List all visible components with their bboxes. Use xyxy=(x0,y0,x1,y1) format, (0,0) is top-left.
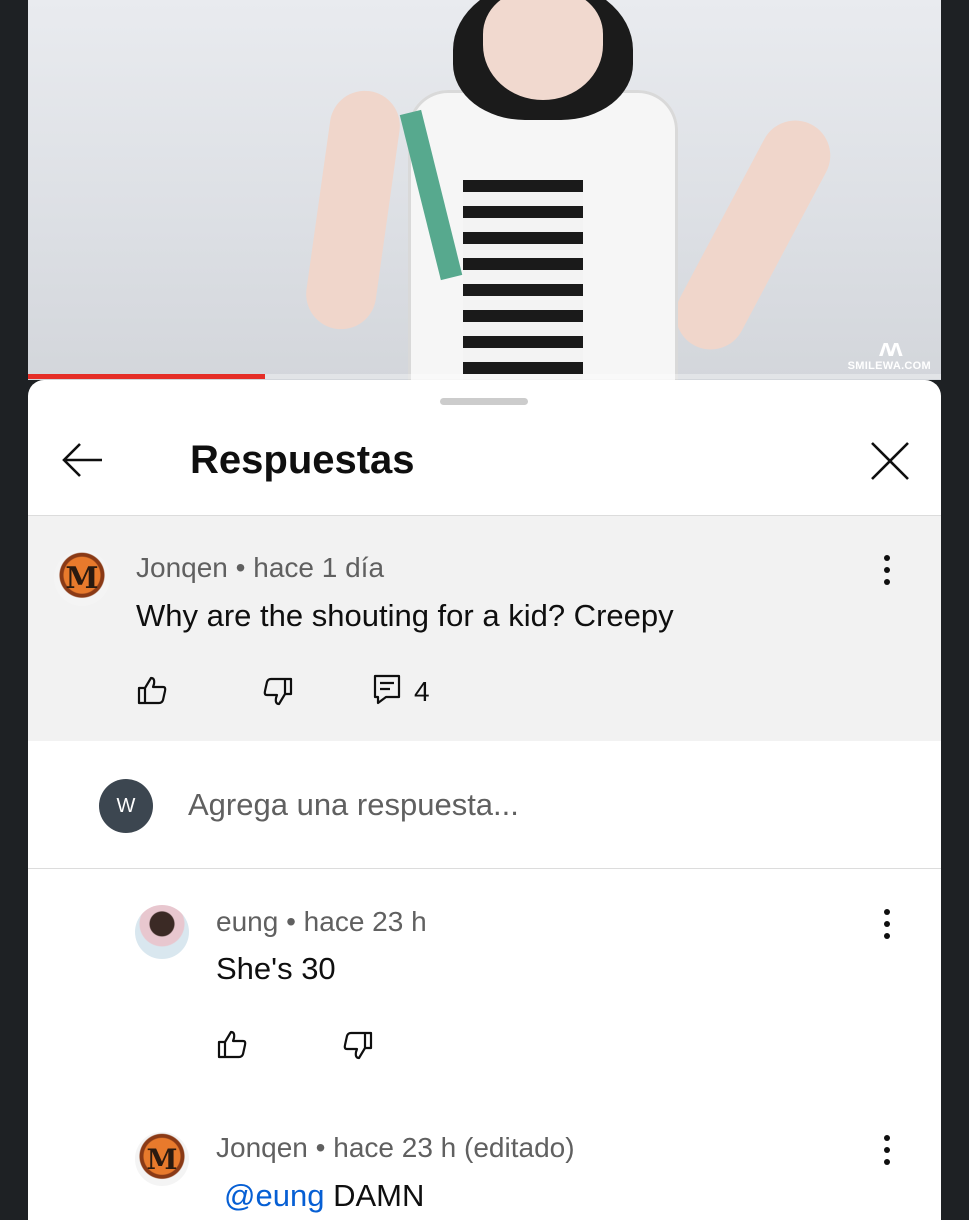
reply-input[interactable] xyxy=(188,783,788,827)
video-frame-detail xyxy=(463,180,583,380)
comment-meta: Jonqen • hace 23 h (editado) xyxy=(216,1131,575,1165)
kebab-menu-icon xyxy=(884,1135,890,1165)
more-options-button[interactable] xyxy=(872,904,902,944)
avatar-logo-icon: M xyxy=(65,560,99,596)
comment-icon xyxy=(373,674,401,705)
more-options-button[interactable] xyxy=(872,550,902,590)
avatar[interactable] xyxy=(135,905,189,959)
watermark-text: SMILEWA.COM xyxy=(847,360,931,372)
mention-link[interactable]: @eung xyxy=(224,1178,324,1213)
comment-time: hace 1 día xyxy=(253,552,385,583)
meta-separator: • xyxy=(235,552,246,583)
comment-meta: Jonqen • hace 1 día xyxy=(136,551,384,585)
avatar[interactable]: M xyxy=(54,550,110,606)
comment-text: Why are the shouting for a kid? Creepy xyxy=(136,598,674,633)
parent-comment: M Jonqen • hace 1 día Why are the shouti… xyxy=(28,516,941,741)
comment-author[interactable]: eung xyxy=(216,906,278,937)
arrow-left-icon xyxy=(62,443,102,477)
avatar[interactable]: M xyxy=(135,1132,189,1186)
user-avatar[interactable]: W xyxy=(99,779,153,833)
thumbs-up-icon xyxy=(217,1030,247,1059)
video-frame-detail xyxy=(663,108,843,362)
comment-text: She's 30 xyxy=(216,951,336,986)
like-button[interactable] xyxy=(216,1028,248,1065)
drag-handle[interactable] xyxy=(440,398,528,405)
video-progress-bar[interactable] xyxy=(28,374,941,379)
comment-meta: eung • hace 23 h xyxy=(216,905,427,939)
comment-text-body: DAMN xyxy=(333,1178,425,1213)
reply-count: 4 xyxy=(414,676,430,707)
dislike-button[interactable] xyxy=(262,676,294,713)
thumbs-down-icon xyxy=(343,1031,373,1060)
video-frame-detail xyxy=(301,86,405,334)
close-icon xyxy=(871,442,909,480)
video-progress-fill xyxy=(28,374,266,379)
watermark-logo-icon: ʌʌ xyxy=(878,335,903,362)
comment-text: @eung DAMN xyxy=(224,1177,424,1215)
kebab-menu-icon xyxy=(884,909,890,939)
comment-author[interactable]: Jonqen xyxy=(216,1132,308,1163)
meta-separator: • xyxy=(286,906,296,937)
kebab-menu-icon xyxy=(884,555,890,585)
watermark: ʌʌ SMILEWA.COM xyxy=(847,335,931,373)
add-reply-row: W xyxy=(28,741,941,869)
sheet-header: Respuestas xyxy=(28,420,941,516)
avatar-logo-icon: M xyxy=(146,1142,178,1176)
replies-sheet: Respuestas M Jonqen • hace 1 día Why are… xyxy=(28,380,941,1220)
dislike-button[interactable] xyxy=(342,1030,374,1067)
thumbs-up-icon xyxy=(137,676,167,705)
comment-author[interactable]: Jonqen xyxy=(136,552,228,583)
meta-separator: • xyxy=(315,1132,326,1163)
comment-time: hace 23 h xyxy=(303,906,427,937)
like-button[interactable] xyxy=(136,674,168,711)
back-button[interactable] xyxy=(56,438,110,482)
more-options-button[interactable] xyxy=(872,1130,902,1170)
comment-time: hace 23 h (editado) xyxy=(333,1132,575,1163)
page-title: Respuestas xyxy=(190,438,415,482)
close-button[interactable] xyxy=(867,438,913,484)
thumbs-down-icon xyxy=(263,677,293,706)
video-player[interactable]: ʌʌ SMILEWA.COM xyxy=(28,0,941,380)
reply-button[interactable] xyxy=(372,673,402,710)
